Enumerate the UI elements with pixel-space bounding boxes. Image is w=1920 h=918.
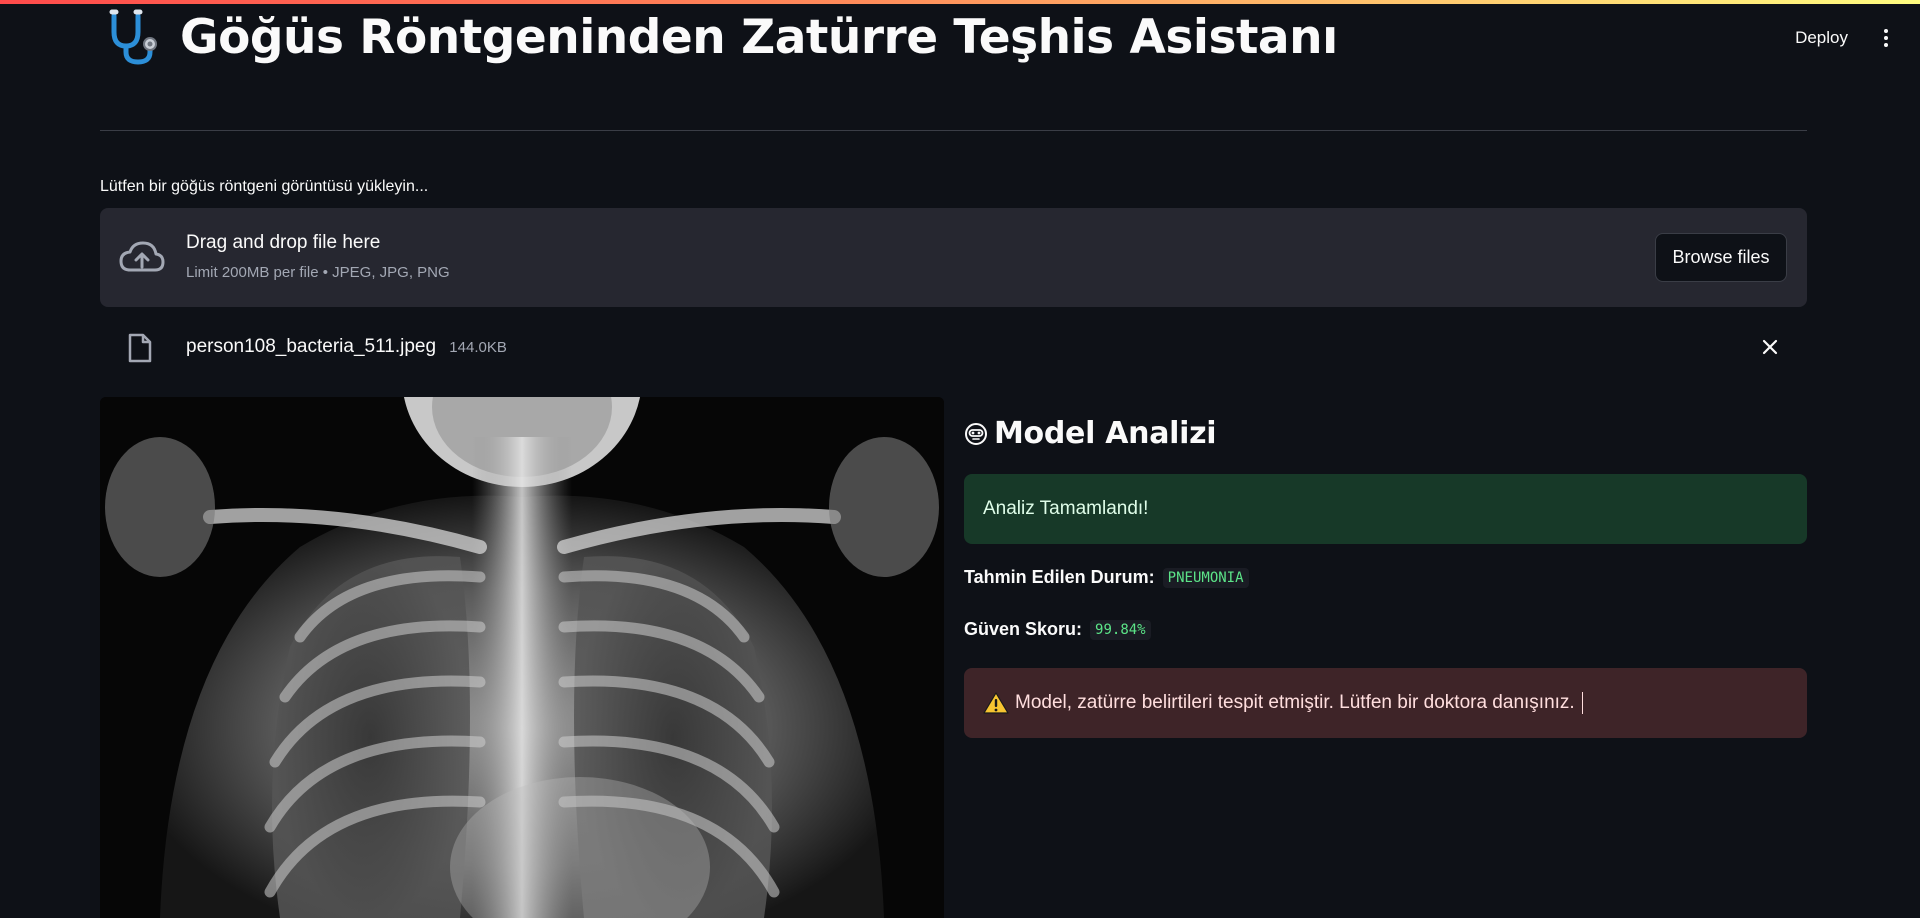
more-vertical-icon[interactable]	[1880, 28, 1892, 48]
uploaded-file-row: person108_bacteria_511.jpeg 144.0KB	[100, 328, 1807, 368]
file-name: person108_bacteria_511.jpeg	[186, 336, 437, 357]
prediction-label: Tahmin Edilen Durum:	[964, 567, 1155, 587]
prediction-value: PNEUMONIA	[1162, 567, 1249, 588]
confidence-line: Güven Skoru: 99.84%	[964, 619, 1151, 640]
header-actions: Deploy	[1789, 24, 1892, 52]
prediction-line: Tahmin Edilen Durum: PNEUMONIA	[964, 567, 1249, 588]
warning-icon	[983, 692, 1009, 714]
file-name-line: person108_bacteria_511.jpeg 144.0KB	[186, 336, 507, 358]
file-dropzone[interactable]: Drag and drop file here Limit 200MB per …	[100, 208, 1807, 307]
dropzone-text: Drag and drop file here Limit 200MB per …	[186, 232, 450, 281]
confidence-value: 99.84%	[1090, 619, 1151, 640]
title-row: Göğüs Röntgeninden Zatürre Teşhis Asista…	[100, 6, 1338, 68]
deploy-button[interactable]: Deploy	[1789, 24, 1854, 52]
dropzone-subtitle: Limit 200MB per file • JPEG, JPG, PNG	[186, 264, 450, 281]
xray-image	[100, 397, 944, 918]
success-alert: Analiz Tamamlandı!	[964, 474, 1807, 544]
confidence-label: Güven Skoru:	[964, 619, 1083, 639]
file-icon	[128, 333, 152, 363]
page-title: Göğüs Röntgeninden Zatürre Teşhis Asista…	[180, 9, 1338, 65]
dropzone-title: Drag and drop file here	[186, 232, 381, 253]
browse-files-button[interactable]: Browse files	[1655, 233, 1787, 282]
stethoscope-icon	[109, 9, 157, 65]
text-cursor	[1581, 692, 1583, 714]
cloud-upload-icon	[119, 241, 165, 272]
close-icon[interactable]	[1759, 336, 1781, 358]
section-title-row: Model Analizi	[964, 416, 1217, 451]
uploader-label: Lütfen bir göğüs röntgeni görüntüsü yükl…	[100, 178, 429, 195]
section-title: Model Analizi	[994, 416, 1217, 451]
file-size: 144.0KB	[449, 339, 507, 356]
robot-icon	[965, 422, 987, 445]
top-decoration-bar	[0, 0, 1920, 4]
error-alert: Model, zatürre belirtileri tespit etmişt…	[964, 668, 1807, 738]
divider	[100, 130, 1807, 131]
warning-message: Model, zatürre belirtileri tespit etmişt…	[1015, 692, 1575, 713]
